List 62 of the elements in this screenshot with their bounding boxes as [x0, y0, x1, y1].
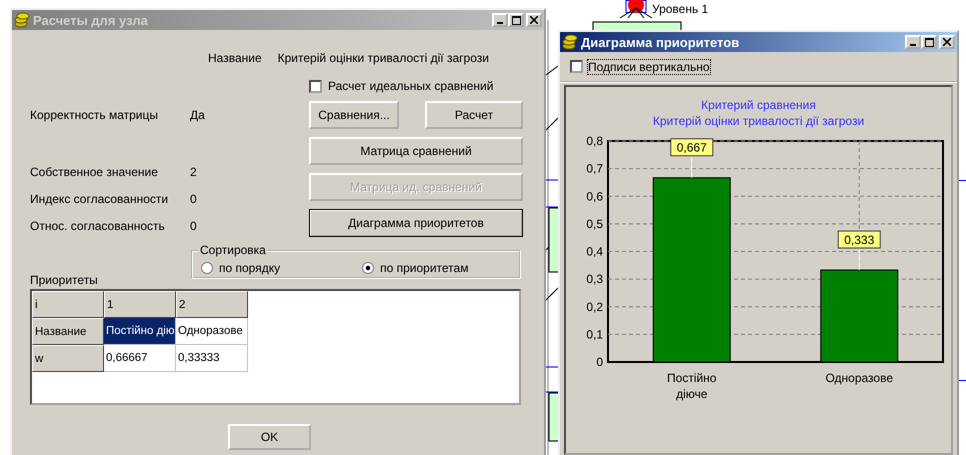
- header-cell: i: [32, 291, 104, 318]
- row-header-cell: w: [32, 345, 104, 372]
- stat-label: Индекс согласованности: [30, 192, 170, 206]
- minimize-button[interactable]: [492, 13, 508, 27]
- table-cell[interactable]: 0,66667: [104, 345, 176, 372]
- level-label: Уровень 1: [652, 2, 708, 16]
- stat-value: 0: [190, 192, 197, 206]
- value-label: 0,333: [838, 230, 881, 248]
- stat-value: 0: [190, 219, 197, 233]
- stat-label: Собственное значение: [30, 165, 159, 179]
- stat-label: Корректность матрицы: [30, 108, 159, 122]
- row-header-cell: Название: [32, 318, 104, 345]
- close-button[interactable]: [939, 35, 955, 49]
- action-button[interactable]: Сравнения...: [309, 101, 399, 129]
- chart-subtitle: Критерій оцінки тривалості дії загрози: [652, 113, 866, 129]
- priorities-label: Приоритеты: [30, 273, 99, 287]
- coins-icon: [562, 34, 578, 50]
- close-button[interactable]: [526, 13, 542, 27]
- y-tick-label: 0,5: [586, 216, 603, 231]
- y-tick-label: 0,6: [586, 189, 603, 204]
- close-icon: [943, 38, 951, 46]
- action-button[interactable]: Расчет: [425, 101, 523, 129]
- window-title: Диаграмма приоритетов: [581, 34, 740, 50]
- action-button[interactable]: Диаграмма приоритетов: [309, 209, 523, 237]
- table-cell[interactable]: Постійно дію: [104, 318, 176, 345]
- minimize-button[interactable]: [905, 35, 921, 49]
- data-label: 0,333: [844, 233, 875, 248]
- window-title: Расчеты для узла: [33, 12, 149, 28]
- close-icon: [530, 16, 538, 24]
- action-button[interactable]: Матрица сравнений: [309, 137, 523, 165]
- sort-radio[interactable]: по порядку: [201, 260, 280, 274]
- category-label: Одноразове: [824, 370, 894, 386]
- sort-radio[interactable]: по приоритетам: [362, 260, 468, 274]
- stat-label: Относ. согласованность: [30, 219, 166, 233]
- y-tick-label: 0,8: [586, 134, 603, 148]
- header-cell: 1: [104, 291, 176, 318]
- value-label: 0,667: [670, 138, 714, 156]
- y-tick-label: 0,1: [586, 327, 603, 342]
- stat-value: Да: [190, 108, 205, 122]
- y-tick-label: 0,7: [586, 162, 603, 176]
- header-cell: 2: [176, 291, 248, 318]
- category-label: Постійно діюче: [666, 370, 718, 402]
- maximize-icon: [924, 38, 934, 46]
- maximize-button[interactable]: [508, 13, 524, 27]
- y-tick-label: 0,3: [586, 272, 603, 286]
- maximize-button[interactable]: [921, 35, 937, 49]
- name-value: Критерій оцінки тривалості дії загрози: [278, 51, 489, 65]
- stat-value: 2: [190, 165, 197, 179]
- table-cell[interactable]: 0,33333: [176, 345, 248, 372]
- coins-icon: [14, 12, 30, 28]
- vertical-labels-checkbox[interactable]: Подписи вертикально: [570, 60, 710, 74]
- table-cell[interactable]: Одноразове: [176, 318, 248, 345]
- y-tick-label: 0: [596, 355, 603, 369]
- y-tick-label: 0,2: [586, 300, 603, 314]
- data-label: 0,667: [676, 140, 708, 155]
- ok-button[interactable]: OK: [228, 424, 311, 450]
- chart-title: Критерий сравнения: [700, 97, 817, 113]
- name-label: Название: [208, 51, 262, 65]
- maximize-icon: [512, 16, 520, 24]
- y-tick-label: 0,4: [586, 244, 603, 258]
- ideal-comparisons-checkbox[interactable]: Расчет идеальных сравнений: [309, 78, 526, 94]
- group-title: Сортировка: [199, 243, 267, 257]
